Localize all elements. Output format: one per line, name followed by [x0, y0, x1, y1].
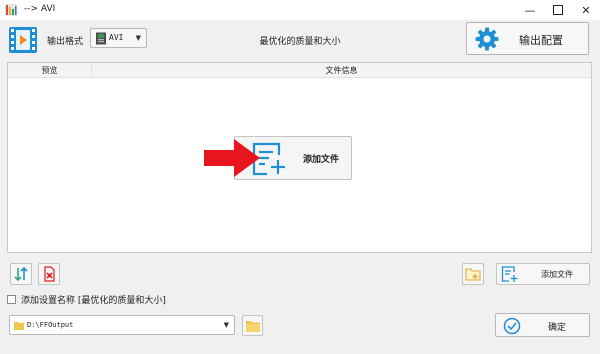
output-path-select[interactable]: D:\FFOutput ▼	[9, 315, 235, 335]
arrow-right-icon	[204, 139, 260, 177]
gear-icon	[475, 27, 499, 51]
toolbar: 输出格式 AVI ▼ 最优化的质量和大小 输出配置	[0, 20, 600, 60]
folder-icon	[246, 321, 260, 332]
add-file-label: 添加文件	[541, 270, 573, 279]
output-path-value: D:\FFOutput	[27, 321, 74, 329]
minimize-button[interactable]: —	[516, 0, 544, 20]
confirm-button[interactable]: 确定	[495, 313, 590, 337]
folder-icon	[465, 268, 481, 281]
sort-icon	[14, 266, 28, 282]
add-file-button[interactable]: 添加文件	[496, 263, 590, 285]
app-icon	[5, 4, 17, 16]
title-bar: --> AVI — ✕	[0, 0, 600, 20]
folder-icon	[14, 322, 24, 330]
sort-button[interactable]	[10, 263, 32, 285]
add-file-center-label: 添加文件	[303, 155, 340, 165]
add-file-icon	[501, 266, 518, 282]
check-circle-icon	[503, 317, 521, 335]
browse-folder-button[interactable]	[242, 315, 263, 336]
column-header-preview[interactable]: 预览	[8, 65, 91, 76]
confirm-label: 确定	[548, 323, 567, 333]
list-header: 预览 文件信息	[8, 63, 591, 78]
column-header-file-info[interactable]: 文件信息	[92, 65, 591, 76]
maximize-icon	[553, 5, 563, 15]
settings-name-checkbox[interactable]	[7, 295, 16, 304]
chevron-down-icon: ▼	[223, 321, 229, 329]
window-title: --> AVI	[24, 4, 56, 14]
delete-button[interactable]	[38, 263, 60, 285]
output-config-label: 输出配置	[519, 34, 563, 47]
delete-icon	[44, 266, 55, 282]
close-icon: ✕	[581, 3, 591, 17]
maximize-button[interactable]	[544, 0, 572, 20]
minimize-icon: —	[524, 3, 536, 17]
close-button[interactable]: ✕	[572, 0, 600, 20]
output-config-button[interactable]: 输出配置	[466, 22, 589, 55]
add-folder-button[interactable]	[462, 263, 484, 285]
settings-name-label[interactable]: 添加设置名称 [最优化的质量和大小]	[21, 293, 166, 306]
